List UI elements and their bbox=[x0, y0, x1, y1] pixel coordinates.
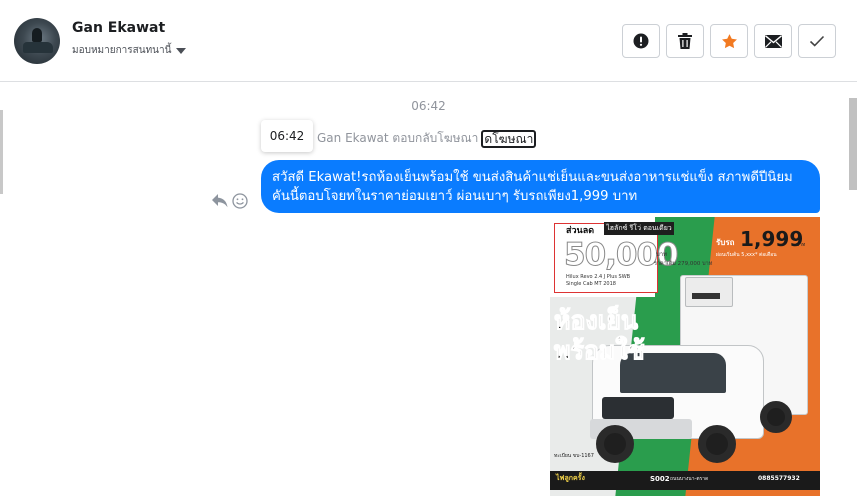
ad-headline-2: พร้อมใช้ bbox=[554, 336, 646, 366]
message-timestamp: 06:42 bbox=[411, 99, 446, 113]
ad-model: Hilux Revo 2.4 J Plus SWB Single Cab MT … bbox=[566, 274, 631, 287]
ad-reply-text: Gan Ekawat ตอบกลับโฆษณา bbox=[317, 131, 479, 145]
ad-rent-sub: ผ่อนเริ่มต้น 5,xxx* ต่อเดือน bbox=[716, 252, 777, 258]
ad-image[interactable]: ส่วนลด ไฮลักซ์ รีโว่ ตอนเดียว 50,000 บาท… bbox=[550, 217, 820, 496]
outgoing-message-bubble[interactable]: สวัสดี Ekawat!รถห้องเย็นพร้อมใช้ ขนส่งสิ… bbox=[261, 160, 820, 213]
header-actions bbox=[622, 24, 836, 58]
mark-unread-button[interactable] bbox=[754, 24, 792, 58]
avatar[interactable] bbox=[14, 18, 60, 64]
report-spam-button[interactable] bbox=[622, 24, 660, 58]
ad-phone: 0885577932 bbox=[758, 475, 800, 482]
contact-name[interactable]: Gan Ekawat bbox=[72, 20, 165, 36]
assign-label: มอบหมายการสนทนานี้ bbox=[72, 45, 172, 56]
star-button[interactable] bbox=[710, 24, 748, 58]
reply-icon[interactable] bbox=[212, 194, 228, 208]
alert-circle-icon bbox=[633, 33, 649, 49]
ad-reply-notice: Gan Ekawat ตอบกลับโฆษณา ดโฆษณา bbox=[317, 129, 537, 148]
ad-sale-unit: บาท bbox=[656, 251, 668, 258]
conversation-header: Gan Ekawat มอบหมายการสนทนานี้ bbox=[0, 0, 857, 82]
caret-down-icon bbox=[176, 47, 187, 54]
ad-brand: ไฟลูกครั้ง bbox=[556, 474, 585, 482]
delete-button[interactable] bbox=[666, 24, 704, 58]
assign-conversation-dropdown[interactable]: มอบหมายการสนทนานี้ bbox=[72, 43, 187, 58]
left-scroll-indicator bbox=[0, 110, 3, 194]
truck-wheel bbox=[698, 425, 736, 463]
ad-license: ทะเบียน ขบ-1167 bbox=[554, 453, 594, 459]
ad-sale-price: ราคาเต็ม 279,000 บาท bbox=[654, 261, 713, 267]
ad-rent-amount: 1,999 bbox=[740, 227, 804, 251]
truck-wheel bbox=[596, 425, 634, 463]
mark-done-button[interactable] bbox=[798, 24, 836, 58]
message-tools bbox=[212, 193, 248, 209]
ad-sale-label: ส่วนลด bbox=[566, 226, 595, 236]
ad-top-strip: ไฮลักซ์ รีโว่ ตอนเดียว bbox=[604, 222, 674, 235]
star-icon bbox=[721, 33, 737, 48]
view-ad-link[interactable]: ดโฆษณา bbox=[481, 129, 537, 148]
ad-rent-label: รับรถ bbox=[716, 238, 735, 247]
ad-rent-unit: บาท bbox=[796, 242, 806, 248]
ad-address: ถนนบางนา-ตราด bbox=[670, 476, 709, 482]
refrigeration-unit bbox=[685, 277, 733, 307]
ad-stock-id: S002 bbox=[650, 475, 670, 483]
time-tooltip: 06:42 bbox=[261, 120, 313, 152]
trash-icon bbox=[678, 33, 692, 49]
envelope-icon bbox=[764, 34, 782, 48]
checkmark-icon bbox=[809, 35, 825, 47]
emoji-reaction-icon[interactable] bbox=[232, 193, 248, 209]
